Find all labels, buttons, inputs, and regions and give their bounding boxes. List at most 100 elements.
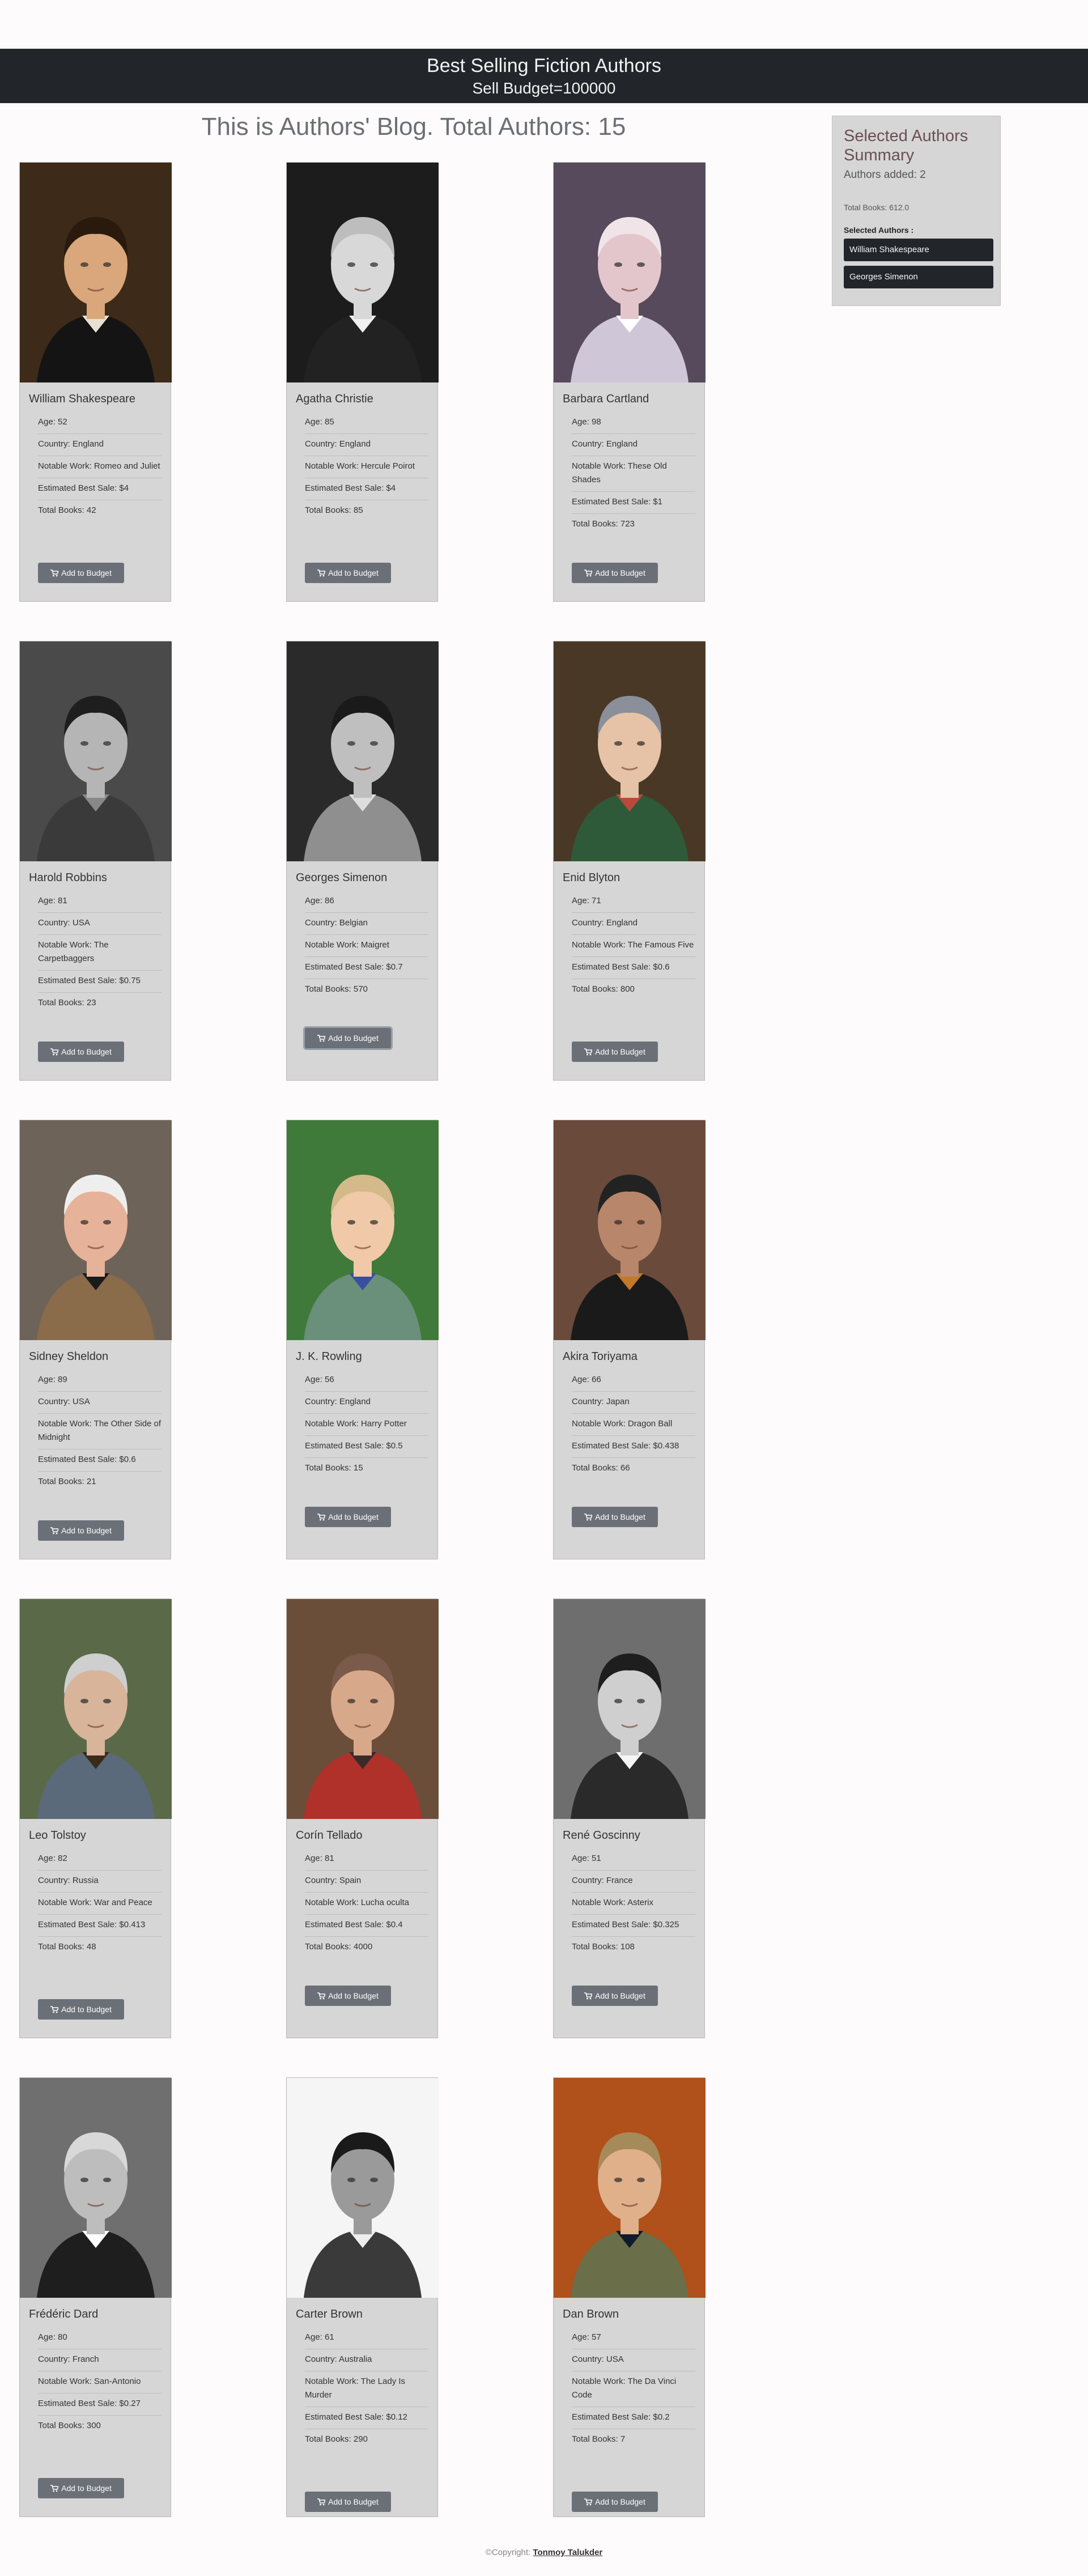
author-total-books: Total Books: 723 — [572, 519, 635, 529]
site-title: Best Selling Fiction Authors — [427, 55, 661, 76]
author-notable-work: Notable Work: The Other Side of Midnight — [38, 1414, 162, 1449]
author-country: Country: England — [305, 1392, 428, 1414]
add-to-budget-button[interactable]: Add to Budget — [305, 1507, 391, 1527]
author-card: Enid Blyton Age: 71 Country: England Notabl… — [553, 641, 706, 1081]
author-best-sale: Estimated Best Sale: $0.5 — [305, 1436, 428, 1458]
author-age: Age: 51 — [572, 1848, 695, 1871]
author-name: Barbara Cartland — [563, 393, 649, 405]
author-total-books: Total Books: 23 — [38, 998, 96, 1008]
add-to-budget-label: Add to Budget — [61, 1047, 112, 1056]
author-name: Agatha Christie — [296, 393, 373, 405]
author-total-books: Total Books: 300 — [38, 2421, 101, 2430]
author-card: Dan Brown Age: 57 Country: USA Notable Work… — [553, 2077, 706, 2517]
add-to-budget-button[interactable]: Add to Budget — [572, 2492, 658, 2512]
author-name: Carter Brown — [296, 2308, 363, 2320]
author-name: Dan Brown — [563, 2308, 619, 2320]
author-photo — [554, 163, 706, 382]
author-photo — [554, 2078, 706, 2298]
author-total-books: Total Books: 48 — [38, 1942, 96, 1952]
author-best-sale: Estimated Best Sale: $1 — [572, 492, 695, 514]
author-photo — [20, 641, 172, 861]
selected-author-item: William Shakespeare — [844, 239, 993, 261]
author-name: René Goscinny — [563, 1829, 640, 1842]
author-photo — [20, 1599, 172, 1819]
author-country: Country: USA — [572, 2349, 695, 2371]
author-name: Corín Tellado — [296, 1829, 363, 1842]
add-to-budget-label: Add to Budget — [61, 2005, 112, 2014]
author-notable-work: Notable Work: Lucha oculta — [305, 1893, 428, 1915]
add-to-budget-label: Add to Budget — [595, 1991, 645, 2000]
author-best-sale: Estimated Best Sale: $4 — [305, 478, 428, 500]
author-country: Country: England — [305, 434, 428, 456]
cart-icon — [584, 569, 593, 577]
author-stats-list: Age: 52 Country: England Notable Work: Rom… — [38, 412, 162, 522]
add-to-budget-label: Add to Budget — [61, 2484, 112, 2493]
author-age: Age: 66 — [572, 1370, 695, 1392]
copyright-owner-link[interactable]: Tonmoy Talukder — [533, 2548, 602, 2557]
cart-icon — [50, 1048, 59, 1056]
author-card: Frédéric Dard Age: 80 Country: Franch Notab… — [19, 2077, 172, 2517]
author-name: Harold Robbins — [29, 872, 107, 884]
author-stats-list: Age: 61 Country: Australia Notable Work: T… — [305, 2327, 428, 2451]
author-photo — [554, 641, 706, 861]
author-notable-work: Notable Work: Asterix — [572, 1893, 695, 1915]
author-notable-work: Notable Work: The Lady Is Murder — [305, 2371, 428, 2407]
author-total-books: Total Books: 15 — [305, 1463, 363, 1473]
authors-added-count: Authors added: 2 — [844, 169, 926, 181]
add-to-budget-button[interactable]: Add to Budget — [305, 1028, 391, 1048]
author-notable-work: Notable Work: Romeo and Juliet — [38, 456, 162, 478]
add-to-budget-button[interactable]: Add to Budget — [305, 563, 391, 583]
add-to-budget-button[interactable]: Add to Budget — [38, 563, 124, 583]
selected-authors-label: Selected Authors : — [844, 226, 914, 235]
add-to-budget-button[interactable]: Add to Budget — [572, 563, 658, 583]
author-age: Age: 81 — [38, 891, 162, 913]
author-stats-list: Age: 71 Country: England Notable Work: The… — [572, 891, 695, 1001]
add-to-budget-label: Add to Budget — [328, 568, 379, 577]
add-to-budget-button[interactable]: Add to Budget — [38, 2478, 124, 2498]
add-to-budget-label: Add to Budget — [328, 2497, 379, 2506]
author-age: Age: 82 — [38, 1848, 162, 1871]
add-to-budget-button[interactable]: Add to Budget — [572, 1986, 658, 2006]
author-card: Carter Brown Age: 61 Country: Australia Not… — [286, 2077, 439, 2517]
author-country: Country: Franch — [38, 2349, 162, 2371]
author-best-sale: Estimated Best Sale: $0.325 — [572, 1915, 695, 1937]
author-notable-work: Notable Work: Harry Potter — [305, 1414, 428, 1436]
add-to-budget-button[interactable]: Add to Budget — [572, 1042, 658, 1062]
add-to-budget-label: Add to Budget — [595, 1047, 645, 1056]
author-country: Country: USA — [38, 1392, 162, 1414]
add-to-budget-button[interactable]: Add to Budget — [38, 1999, 124, 2020]
author-card: Harold Robbins Age: 81 Country: USA Notable… — [19, 641, 172, 1081]
author-best-sale: Estimated Best Sale: $0.12 — [305, 2407, 428, 2429]
author-country: Country: Spain — [305, 1871, 428, 1893]
author-country: Country: France — [572, 1871, 695, 1893]
add-to-budget-button[interactable]: Add to Budget — [305, 2492, 391, 2512]
author-country: Country: England — [38, 434, 162, 456]
copyright-text: ©Copyright: — [485, 2548, 533, 2557]
author-best-sale: Estimated Best Sale: $0.7 — [305, 957, 428, 979]
author-photo — [287, 1599, 439, 1819]
author-photo — [287, 163, 439, 382]
add-to-budget-button[interactable]: Add to Budget — [38, 1520, 124, 1541]
author-name: William Shakespeare — [29, 393, 135, 405]
author-stats-list: Age: 56 Country: England Notable Work: Har… — [305, 1370, 428, 1480]
add-to-budget-label: Add to Budget — [595, 1512, 645, 1521]
sell-budget: Sell Budget=100000 — [472, 79, 616, 97]
author-notable-work: Notable Work: War and Peace — [38, 1893, 162, 1915]
author-card: Barbara Cartland Age: 98 Country: England N… — [553, 162, 706, 602]
cart-icon — [584, 2498, 593, 2506]
author-card: J. K. Rowling Age: 56 Country: England Nota… — [286, 1120, 439, 1559]
author-total-books: Total Books: 570 — [305, 984, 368, 994]
summary-total-books: Total Books: 612.0 — [844, 203, 910, 212]
add-to-budget-button[interactable]: Add to Budget — [38, 1042, 124, 1062]
add-to-budget-button[interactable]: Add to Budget — [305, 1986, 391, 2006]
author-best-sale: Estimated Best Sale: $0.6 — [38, 1449, 162, 1472]
author-photo — [287, 1120, 439, 1340]
author-age: Age: 56 — [305, 1370, 428, 1392]
cart-icon — [317, 1992, 326, 2000]
author-name: Leo Tolstoy — [29, 1829, 86, 1842]
author-best-sale: Estimated Best Sale: $0.2 — [572, 2407, 695, 2429]
author-card: Leo Tolstoy Age: 82 Country: Russia Notable… — [19, 1599, 172, 2038]
author-stats-list: Age: 51 Country: France Notable Work: Aste… — [572, 1848, 695, 1958]
author-total-books: Total Books: 21 — [38, 1477, 96, 1486]
add-to-budget-button[interactable]: Add to Budget — [572, 1507, 658, 1527]
